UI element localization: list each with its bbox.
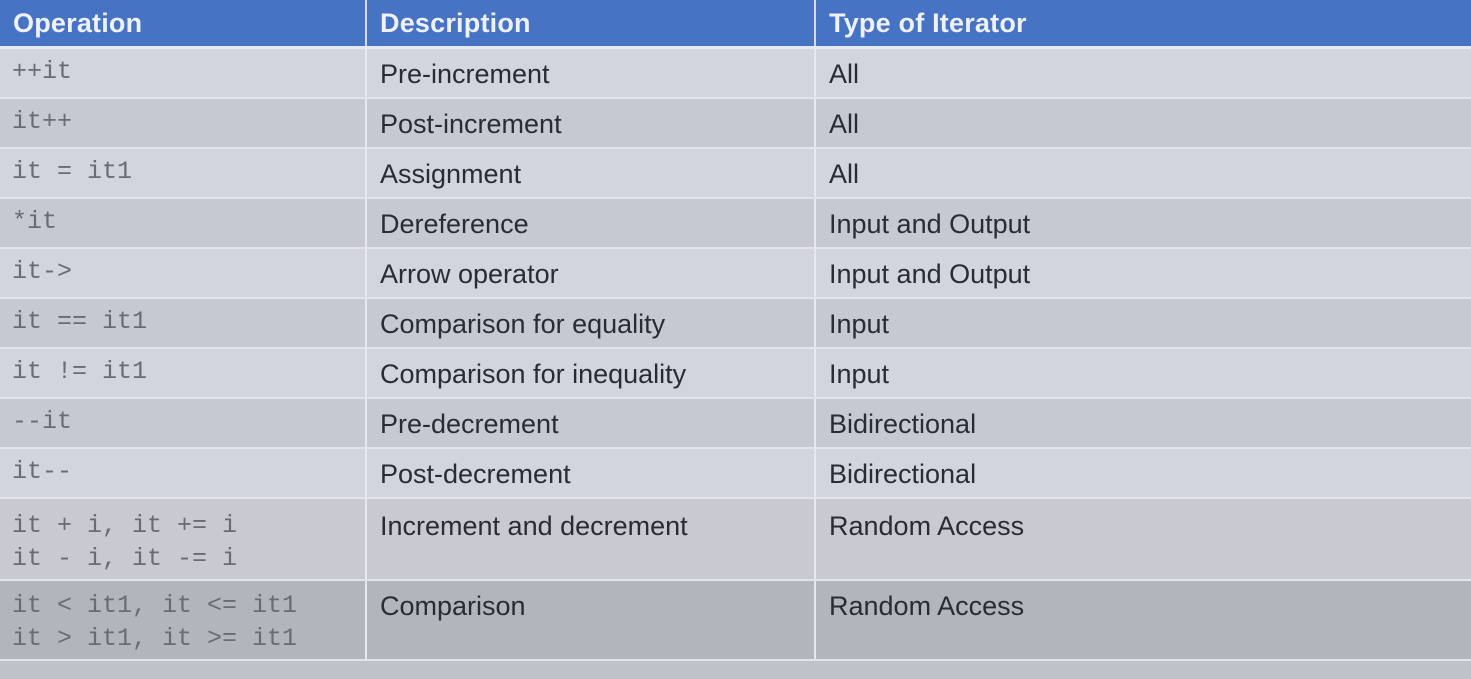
type-cell: Random Access [815,579,1471,661]
description-text: Post-increment [380,108,562,139]
type-text: Input [829,308,890,339]
type-text: Random Access [829,590,1025,621]
description-text: Pre-decrement [380,408,559,439]
table-header-row: Operation Description Type of Iterator [0,0,1471,49]
type-cell: Bidirectional [815,397,1471,449]
operation-cell: it++ [0,97,367,149]
operation-code: --it [12,406,73,436]
type-text: Bidirectional [829,408,977,439]
description-text: Comparison for inequality [380,358,687,389]
type-cell: Input and Output [815,197,1471,249]
description-cell: Pre-decrement [366,397,816,449]
operation-cell: *it [0,197,367,249]
description-cell: Post-decrement [366,447,816,499]
table-row: ++it Pre-increment All [0,47,1471,99]
table-row: it != it1 Comparison for inequality Inpu… [0,347,1471,399]
operation-code: *it [12,206,58,236]
type-text: All [829,158,860,189]
operation-cell: it = it1 [0,147,367,199]
description-cell: Comparison for equality [366,297,816,349]
description-cell: Arrow operator [366,247,816,299]
type-cell: Input [815,297,1471,349]
description-cell: Comparison [366,579,816,661]
description-cell: Post-increment [366,97,816,149]
header-description: Description [366,0,816,49]
iterator-operations-table-container: Operation Description Type of Iterator +… [0,0,1471,679]
type-cell: All [815,47,1471,99]
operation-code: it + i, it += i [12,510,238,540]
type-text: Random Access [829,510,1025,541]
description-text: Comparison for equality [380,308,666,339]
description-text: Comparison [380,590,526,621]
description-text: Post-decrement [380,458,571,489]
description-cell: Increment and decrement [366,497,816,581]
operation-code: it - i, it -= i [12,543,238,573]
type-cell: Random Access [815,497,1471,581]
operation-code: it == it1 [12,306,148,336]
table-row: --it Pre-decrement Bidirectional [0,397,1471,449]
table-row: it = it1 Assignment All [0,147,1471,199]
description-text: Assignment [380,158,522,189]
description-cell: Comparison for inequality [366,347,816,399]
type-text: Input [829,358,890,389]
table-row: it-- Post-decrement Bidirectional [0,447,1471,499]
operation-code: it > it1, it >= it1 [12,623,298,653]
type-text: Input and Output [829,208,1031,239]
operation-cell: it-> [0,247,367,299]
table-row: it + i, it += i it - i, it -= i Incremen… [0,497,1471,581]
type-text: Bidirectional [829,458,977,489]
type-cell: All [815,147,1471,199]
operation-cell: it-- [0,447,367,499]
operation-cell: it < it1, it <= it1 it > it1, it >= it1 [0,579,367,661]
type-cell: Input [815,347,1471,399]
table-row: it == it1 Comparison for equality Input [0,297,1471,349]
operation-code: it++ [12,106,73,136]
operation-cell: it != it1 [0,347,367,399]
operation-cell: it == it1 [0,297,367,349]
description-cell: Assignment [366,147,816,199]
operation-cell: it + i, it += i it - i, it -= i [0,497,367,581]
operation-code: it-- [12,456,73,486]
type-cell: Input and Output [815,247,1471,299]
iterator-operations-table: Operation Description Type of Iterator +… [0,0,1471,661]
operation-code: it-> [12,256,73,286]
description-text: Dereference [380,208,529,239]
description-cell: Dereference [366,197,816,249]
table-row: *it Dereference Input and Output [0,197,1471,249]
description-text: Arrow operator [380,258,559,289]
type-cell: Bidirectional [815,447,1471,499]
operation-cell: --it [0,397,367,449]
type-text: All [829,59,860,89]
operation-code: it < it1, it <= it1 [12,590,298,620]
type-text: All [829,108,860,139]
table-row: it++ Post-increment All [0,97,1471,149]
operation-code: it != it1 [12,356,148,386]
header-type-of-iterator: Type of Iterator [815,0,1471,49]
description-text: Pre-increment [380,59,550,89]
table-row: it < it1, it <= it1 it > it1, it >= it1 … [0,579,1471,661]
type-cell: All [815,97,1471,149]
description-cell: Pre-increment [366,47,816,99]
table-row: it-> Arrow operator Input and Output [0,247,1471,299]
header-operation: Operation [0,0,367,49]
operation-cell: ++it [0,47,367,99]
type-text: Input and Output [829,258,1031,289]
description-text: Increment and decrement [380,510,688,541]
operation-code: ++it [12,57,73,86]
operation-code: it = it1 [12,156,133,186]
